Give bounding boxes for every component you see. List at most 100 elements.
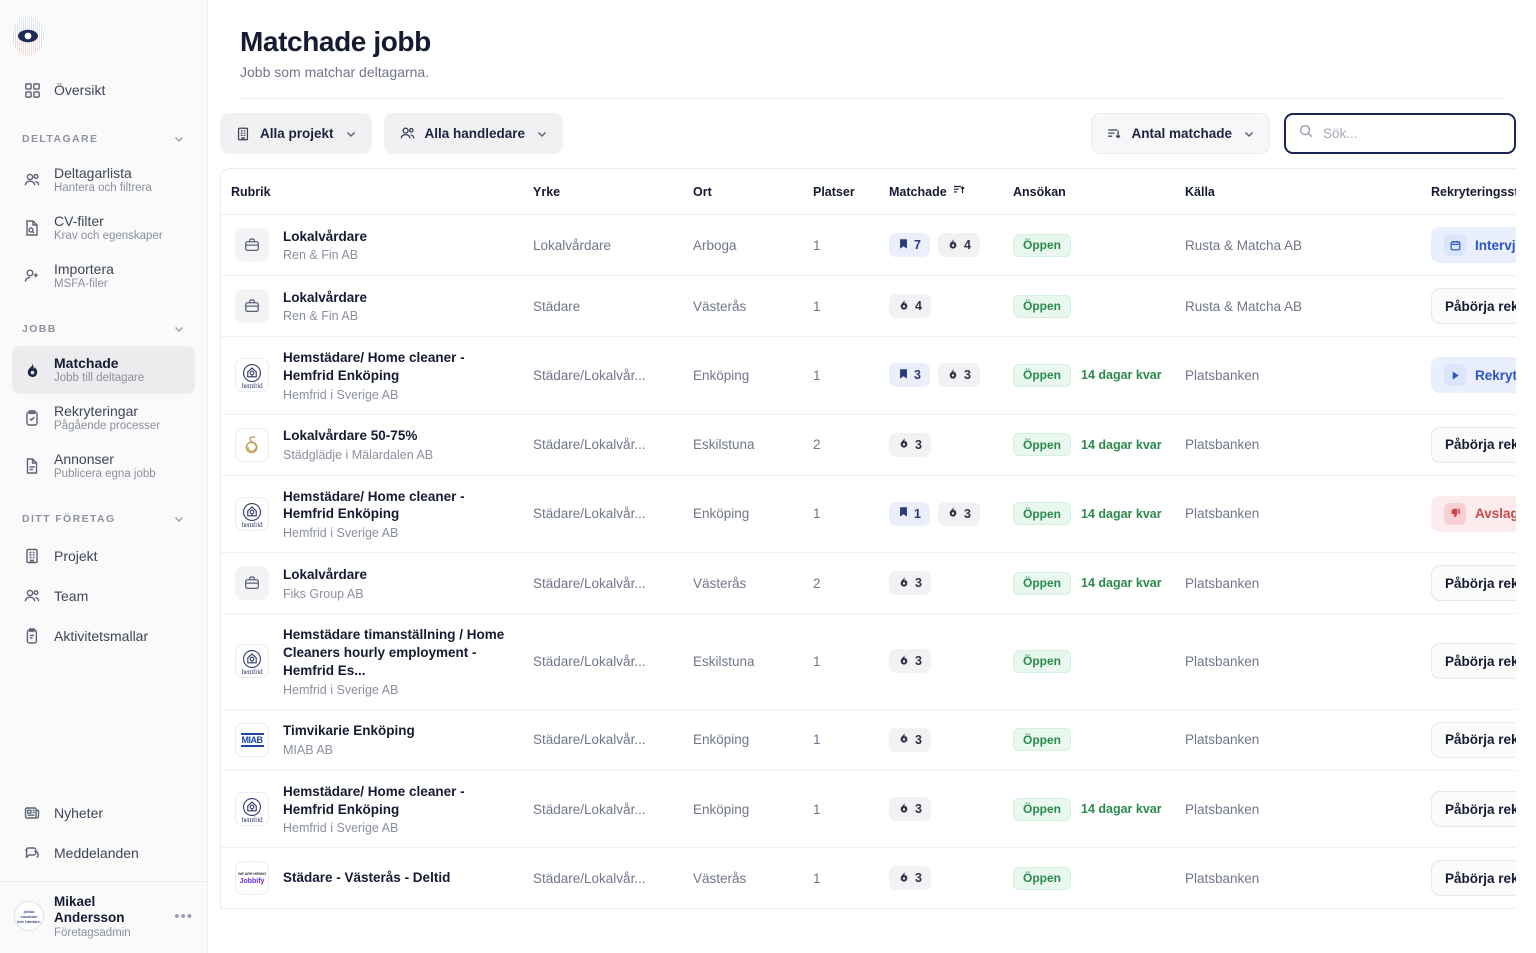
page-title: Matchade jobb [240,26,1504,58]
matched-count-badge: 3 [889,728,931,752]
column-header-platser[interactable]: Platser [803,169,879,215]
chevron-down-icon [173,133,185,145]
sidebar-item-label: Importera [54,261,114,277]
cell-rubrik: Lokalvårdare Ren & Fin AB [221,215,523,276]
flame-icon [898,732,910,747]
flame-icon [22,360,42,380]
flame-icon [947,238,959,253]
cell-platser: 1 [803,276,879,337]
search-box[interactable] [1284,113,1516,154]
page-subtitle: Jobb som matchar deltagarna. [240,64,1504,80]
sidebar-section-label: DITT FÖRETAG [22,513,116,525]
cell-yrke: Städare/Lokalvår... [523,709,683,770]
cell-matchade: 3 [879,414,1003,475]
saved-count-badge: 3 [889,363,930,387]
row-title[interactable]: Lokalvårdare [283,566,367,584]
row-title[interactable]: Lokalvårdare [283,289,367,307]
sidebar-item-cv-filter[interactable]: CV-filter Krav och egenskaper [12,204,195,252]
stadgladje-logo [235,428,269,462]
sidebar-item-nyheter[interactable]: Nyheter [12,793,195,833]
table-row[interactable]: hemfridHemstädare/ Home cleaner - Hemfri… [221,337,1536,415]
column-header-matchade[interactable]: Matchade [879,169,1003,215]
cell-platser: 1 [803,337,879,415]
status-badge: Öppen [1013,798,1071,821]
sidebar-item-meddelanden[interactable]: Meddelanden [12,833,195,873]
cell-ort: Enköping [683,709,803,770]
table-row[interactable]: hemfridHemstädare/ Home cleaner - Hemfri… [221,770,1536,848]
saved-count-badge: 1 [889,502,930,526]
sidebar-item-label: Deltagarlista [54,165,152,181]
column-header-yrke[interactable]: Yrke [523,169,683,215]
matched-count-badge: 3 [938,502,980,526]
sort-descending-icon [1106,126,1122,142]
row-title[interactable]: Städare - Västerås - Deltid [283,869,450,887]
column-header-rubrik[interactable]: Rubrik [221,169,523,215]
sidebar-item-projekt[interactable]: Projekt [12,536,195,576]
chevron-down-icon [345,128,357,140]
supervisor-filter-dropdown[interactable]: Alla handledare [384,113,564,154]
cell-ansokan: Öppen [1003,215,1175,276]
sidebar-item-annonser[interactable]: Annonser Publicera egna jobb [12,442,195,490]
cell-platser: 2 [803,553,879,614]
users-icon [22,170,42,190]
sidebar-item-matchade[interactable]: Matchade Jobb till deltagare [12,346,195,394]
sidebar-section-ditt-foretag-header[interactable]: DITT FÖRETAG [0,502,207,536]
cell-ansokan: Öppen [1003,848,1175,909]
column-header-ort[interactable]: Ort [683,169,803,215]
table-scroll-region[interactable]: Rubrik Yrke Ort Platser Matchade [208,168,1536,934]
sort-ascending-icon[interactable] [952,183,966,200]
table-row[interactable]: Lokalvårdare 50-75%Städglädje i Mälardal… [221,414,1536,475]
table-body: Lokalvårdare Ren & Fin AB Lokalvårdare Arbo… [221,215,1536,909]
sidebar-item-rekryteringar[interactable]: Rekryteringar Pågående processer [12,394,195,442]
hemfrid-logo: hemfrid [235,644,269,678]
sidebar-item-deltagarlista[interactable]: Deltagarlista Hantera och filtrera [12,156,195,204]
cell-yrke: Städare/Lokalvår... [523,848,683,909]
column-header-ansokan[interactable]: Ansökan [1003,169,1175,215]
user-menu-dots-icon[interactable]: ••• [174,908,193,925]
cell-kalla: Platsbanken [1175,709,1421,770]
row-title[interactable]: Hemstädare/ Home cleaner - Hemfrid Enköp… [283,349,513,385]
row-title[interactable]: Hemstädare/ Home cleaner - Hemfrid Enköp… [283,488,513,524]
matched-count-value: 3 [915,576,922,590]
table-row[interactable]: MIABTimvikarie EnköpingMIAB ABStädare/Lo… [221,709,1536,770]
sort-dropdown[interactable]: Antal matchade [1091,113,1270,154]
chevron-down-icon [173,513,185,525]
table-row[interactable]: LokalvårdareFiks Group ABStädare/Lokalvå… [221,553,1536,614]
project-filter-dropdown[interactable]: Alla projekt [220,113,372,154]
row-title[interactable]: Hemstädare/ Home cleaner - Hemfrid Enköp… [283,783,513,819]
sidebar-item-team[interactable]: Team [12,576,195,616]
table-row[interactable]: LokalvårdareRen & Fin ABStädareVästerås1… [221,276,1536,337]
jobs-table-container: Rubrik Yrke Ort Platser Matchade [220,168,1536,909]
building-icon [22,546,42,566]
row-title[interactable]: Lokalvårdare 50-75% [283,427,433,445]
row-company: MIAB AB [283,743,415,757]
table-row[interactable]: Lokalvårdare Ren & Fin ABLokalvårdare Arbo… [221,215,1536,276]
sidebar-item-aktivitetsmallar[interactable]: Aktivitetsmallar [12,616,195,656]
cell-kalla: Rusta & Matcha AB [1175,215,1421,276]
cell-ort: Arboga [683,215,803,276]
flame-icon [898,437,910,452]
table-row[interactable]: hemfrid Hemstädare timanställning / Home … [221,614,1536,709]
sidebar-item-importera[interactable]: Importera MSFA-filer [12,252,195,300]
saved-count-value: 3 [914,368,921,382]
avatar-line-2: inte hårdare. [15,919,43,924]
table-row[interactable]: WE ARE HIRINGJobbifyStädare - Västerås -… [221,848,1536,909]
column-header-kalla[interactable]: Källa [1175,169,1421,215]
briefcase-icon [235,566,269,600]
row-company: Ren & Fin AB [283,248,367,262]
sort-label: Antal matchade [1131,126,1232,141]
cell-rubrik: hemfridHemstädare/ Home cleaner - Hemfri… [221,770,523,848]
table-row[interactable]: hemfridHemstädare/ Home cleaner - Hemfri… [221,475,1536,553]
row-title[interactable]: Lokalvårdare [283,228,367,246]
sidebar-section-deltagare-header[interactable]: DELTAGARE [0,122,207,156]
search-input[interactable] [1323,126,1502,141]
cell-rubrik: LokalvårdareRen & Fin AB [221,276,523,337]
matched-count-badge: 3 [889,433,931,457]
sidebar-user-profile[interactable]: jobba smartare inte hårdare. Mikael Ande… [0,881,207,953]
document-icon [22,456,42,476]
sidebar-item-oversikt[interactable]: Översikt [12,70,195,110]
row-title[interactable]: Timvikarie Enköping [283,722,415,740]
row-title[interactable]: Hemstädare timanställning / Home Cleaner… [283,626,513,679]
sidebar-section-jobb-header[interactable]: JOBB [0,312,207,346]
app-logo[interactable] [0,0,207,70]
